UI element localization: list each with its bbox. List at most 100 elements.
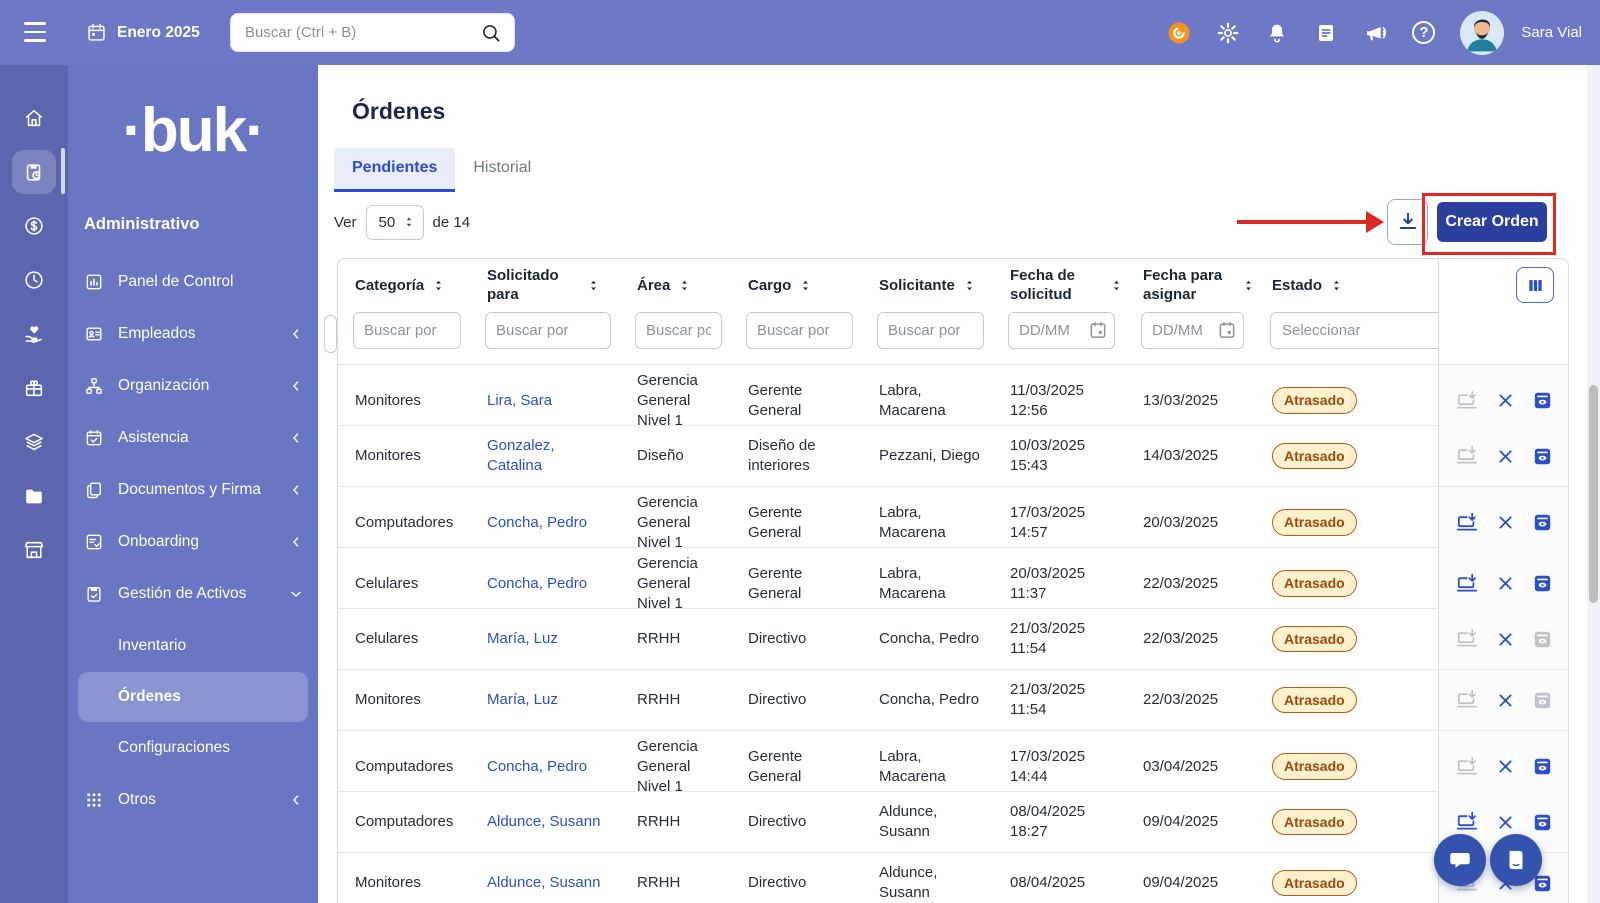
- buk-logo[interactable]: ·buk·: [68, 65, 318, 181]
- megaphone-icon[interactable]: [1363, 21, 1387, 45]
- create-order-button[interactable]: Crear Orden: [1437, 202, 1547, 242]
- row-view-button[interactable]: [1532, 573, 1553, 594]
- row-cancel-button[interactable]: [1496, 447, 1515, 466]
- export-download-button[interactable]: [1387, 199, 1428, 245]
- bell-icon[interactable]: [1265, 21, 1289, 45]
- rail-item-clock[interactable]: [12, 258, 56, 302]
- sidebar-item-panel-de-control[interactable]: Panel de Control: [68, 256, 318, 308]
- column-header-fecha-de-solicitud[interactable]: Fecha de solicitud: [993, 259, 1126, 312]
- sidebar-item-onboarding[interactable]: Onboarding: [68, 516, 318, 568]
- avatar[interactable]: [1460, 11, 1504, 55]
- rail-item-dollar[interactable]: [12, 204, 56, 248]
- filter-input-categor-a[interactable]: [353, 312, 461, 349]
- assist-icon[interactable]: [1167, 21, 1191, 45]
- requested-for-link[interactable]: Concha, Pedro: [487, 574, 587, 594]
- requested-for-link[interactable]: Lira, Sara: [487, 391, 552, 411]
- row-download-button[interactable]: [1455, 810, 1479, 834]
- sidebar-subitem-configuraciones[interactable]: Configuraciones: [78, 723, 308, 773]
- requested-for-link[interactable]: Concha, Pedro: [487, 513, 587, 533]
- sidebar-subitem-inventario[interactable]: Inventario: [78, 621, 308, 671]
- row-view-button[interactable]: [1532, 390, 1553, 411]
- row-download-button[interactable]: [1455, 444, 1479, 468]
- filter-input-cargo[interactable]: [746, 312, 853, 349]
- sort-icon[interactable]: [1110, 278, 1123, 293]
- help-icon[interactable]: ?: [1412, 21, 1435, 44]
- search-icon[interactable]: [480, 22, 502, 44]
- rail-item-folder[interactable]: [12, 474, 56, 518]
- row-cancel-button[interactable]: [1496, 513, 1515, 532]
- filter-select-estado[interactable]: Seleccionar: [1270, 312, 1438, 349]
- rail-item-home[interactable]: [12, 96, 56, 140]
- filter-input-solicitado-para[interactable]: [485, 312, 611, 349]
- rail-item-gift[interactable]: [12, 366, 56, 410]
- sidebar-item-asistencia[interactable]: Asistencia: [68, 412, 318, 464]
- column-header-estado[interactable]: Estado: [1255, 259, 1438, 312]
- rail-item-store[interactable]: [12, 528, 56, 572]
- requested-for-link[interactable]: Aldunce, Susann: [487, 873, 600, 893]
- sort-icon[interactable]: [1242, 278, 1255, 293]
- row-view-button[interactable]: [1532, 812, 1553, 833]
- row-cancel-button[interactable]: [1496, 391, 1515, 410]
- row-download-button[interactable]: [1455, 688, 1479, 712]
- column-header-cargo[interactable]: Cargo: [731, 259, 862, 312]
- row-download-button[interactable]: [1455, 511, 1479, 535]
- sort-icon[interactable]: [432, 278, 445, 293]
- row-download-button[interactable]: [1455, 389, 1479, 413]
- row-cancel-button[interactable]: [1496, 757, 1515, 776]
- filter-input-solicitante[interactable]: [877, 312, 984, 349]
- sort-icon[interactable]: [678, 278, 691, 293]
- filter-input--rea[interactable]: [635, 312, 722, 349]
- sidebar-item-gesti-n-de-activos[interactable]: Gestión de Activos: [68, 568, 318, 620]
- tab-historial[interactable]: Historial: [455, 148, 549, 192]
- page-size-select[interactable]: 50: [366, 205, 424, 240]
- sidebar-item-documentos-y-firma[interactable]: Documentos y Firma: [68, 464, 318, 516]
- column-header-solicitado-para[interactable]: Solicitado para: [470, 259, 620, 312]
- row-view-button[interactable]: [1532, 629, 1553, 650]
- column-header-categor-a[interactable]: Categoría: [338, 259, 470, 312]
- filter-date-fecha-de-solicitud[interactable]: [1008, 312, 1115, 349]
- row-cancel-button[interactable]: [1496, 691, 1515, 710]
- filter-date-fecha-para-asignar[interactable]: [1141, 312, 1244, 349]
- requested-for-link[interactable]: Gonzalez, Catalina: [487, 436, 612, 476]
- rail-item-layers[interactable]: [12, 420, 56, 464]
- help-center-widget-button[interactable]: [1490, 834, 1542, 886]
- row-cancel-button[interactable]: [1496, 813, 1515, 832]
- period-selector[interactable]: Enero 2025: [86, 0, 200, 65]
- sort-icon[interactable]: [799, 278, 812, 293]
- sidebar-item-otros[interactable]: Otros: [68, 774, 318, 826]
- row-view-button[interactable]: [1532, 512, 1553, 533]
- rail-item-clipboard-clock[interactable]: [12, 150, 56, 194]
- chat-widget-button[interactable]: [1434, 834, 1486, 886]
- row-view-button[interactable]: [1532, 690, 1553, 711]
- requested-for-link[interactable]: María, Luz: [487, 690, 558, 710]
- sidebar-subitem--rdenes[interactable]: Órdenes: [78, 672, 308, 722]
- row-download-button[interactable]: [1455, 572, 1479, 596]
- requested-for-link[interactable]: Aldunce, Susann: [487, 812, 600, 832]
- column-header-fecha-para-asignar[interactable]: Fecha para asignar: [1126, 259, 1255, 312]
- row-download-button[interactable]: [1455, 627, 1479, 651]
- row-view-button[interactable]: [1532, 756, 1553, 777]
- row-cancel-button[interactable]: [1496, 574, 1515, 593]
- row-download-button[interactable]: [1455, 755, 1479, 779]
- column-header-solicitante[interactable]: Solicitante: [862, 259, 993, 312]
- sort-icon[interactable]: [587, 278, 600, 293]
- sort-icon[interactable]: [1330, 278, 1343, 293]
- scrollbar-thumb[interactable]: [1589, 385, 1598, 603]
- rail-item-hand-heart[interactable]: [12, 312, 56, 356]
- column-picker-button[interactable]: [1516, 267, 1554, 303]
- row-view-button[interactable]: [1532, 446, 1553, 467]
- row-cancel-button[interactable]: [1496, 630, 1515, 649]
- gear-icon[interactable]: [1216, 21, 1240, 45]
- tab-pendientes[interactable]: Pendientes: [334, 148, 455, 192]
- hamburger-menu-icon[interactable]: [24, 22, 46, 42]
- requested-for-link[interactable]: Concha, Pedro: [487, 757, 587, 777]
- calendar-icon[interactable]: [1217, 320, 1237, 340]
- global-search[interactable]: [230, 13, 515, 52]
- sidebar-item-empleados[interactable]: Empleados: [68, 308, 318, 360]
- column-header--rea[interactable]: Área: [620, 259, 731, 312]
- requested-for-link[interactable]: María, Luz: [487, 629, 558, 649]
- search-input[interactable]: [243, 23, 480, 42]
- sort-icon[interactable]: [963, 278, 976, 293]
- notes-icon[interactable]: [1314, 21, 1338, 45]
- calendar-icon[interactable]: [1088, 320, 1108, 340]
